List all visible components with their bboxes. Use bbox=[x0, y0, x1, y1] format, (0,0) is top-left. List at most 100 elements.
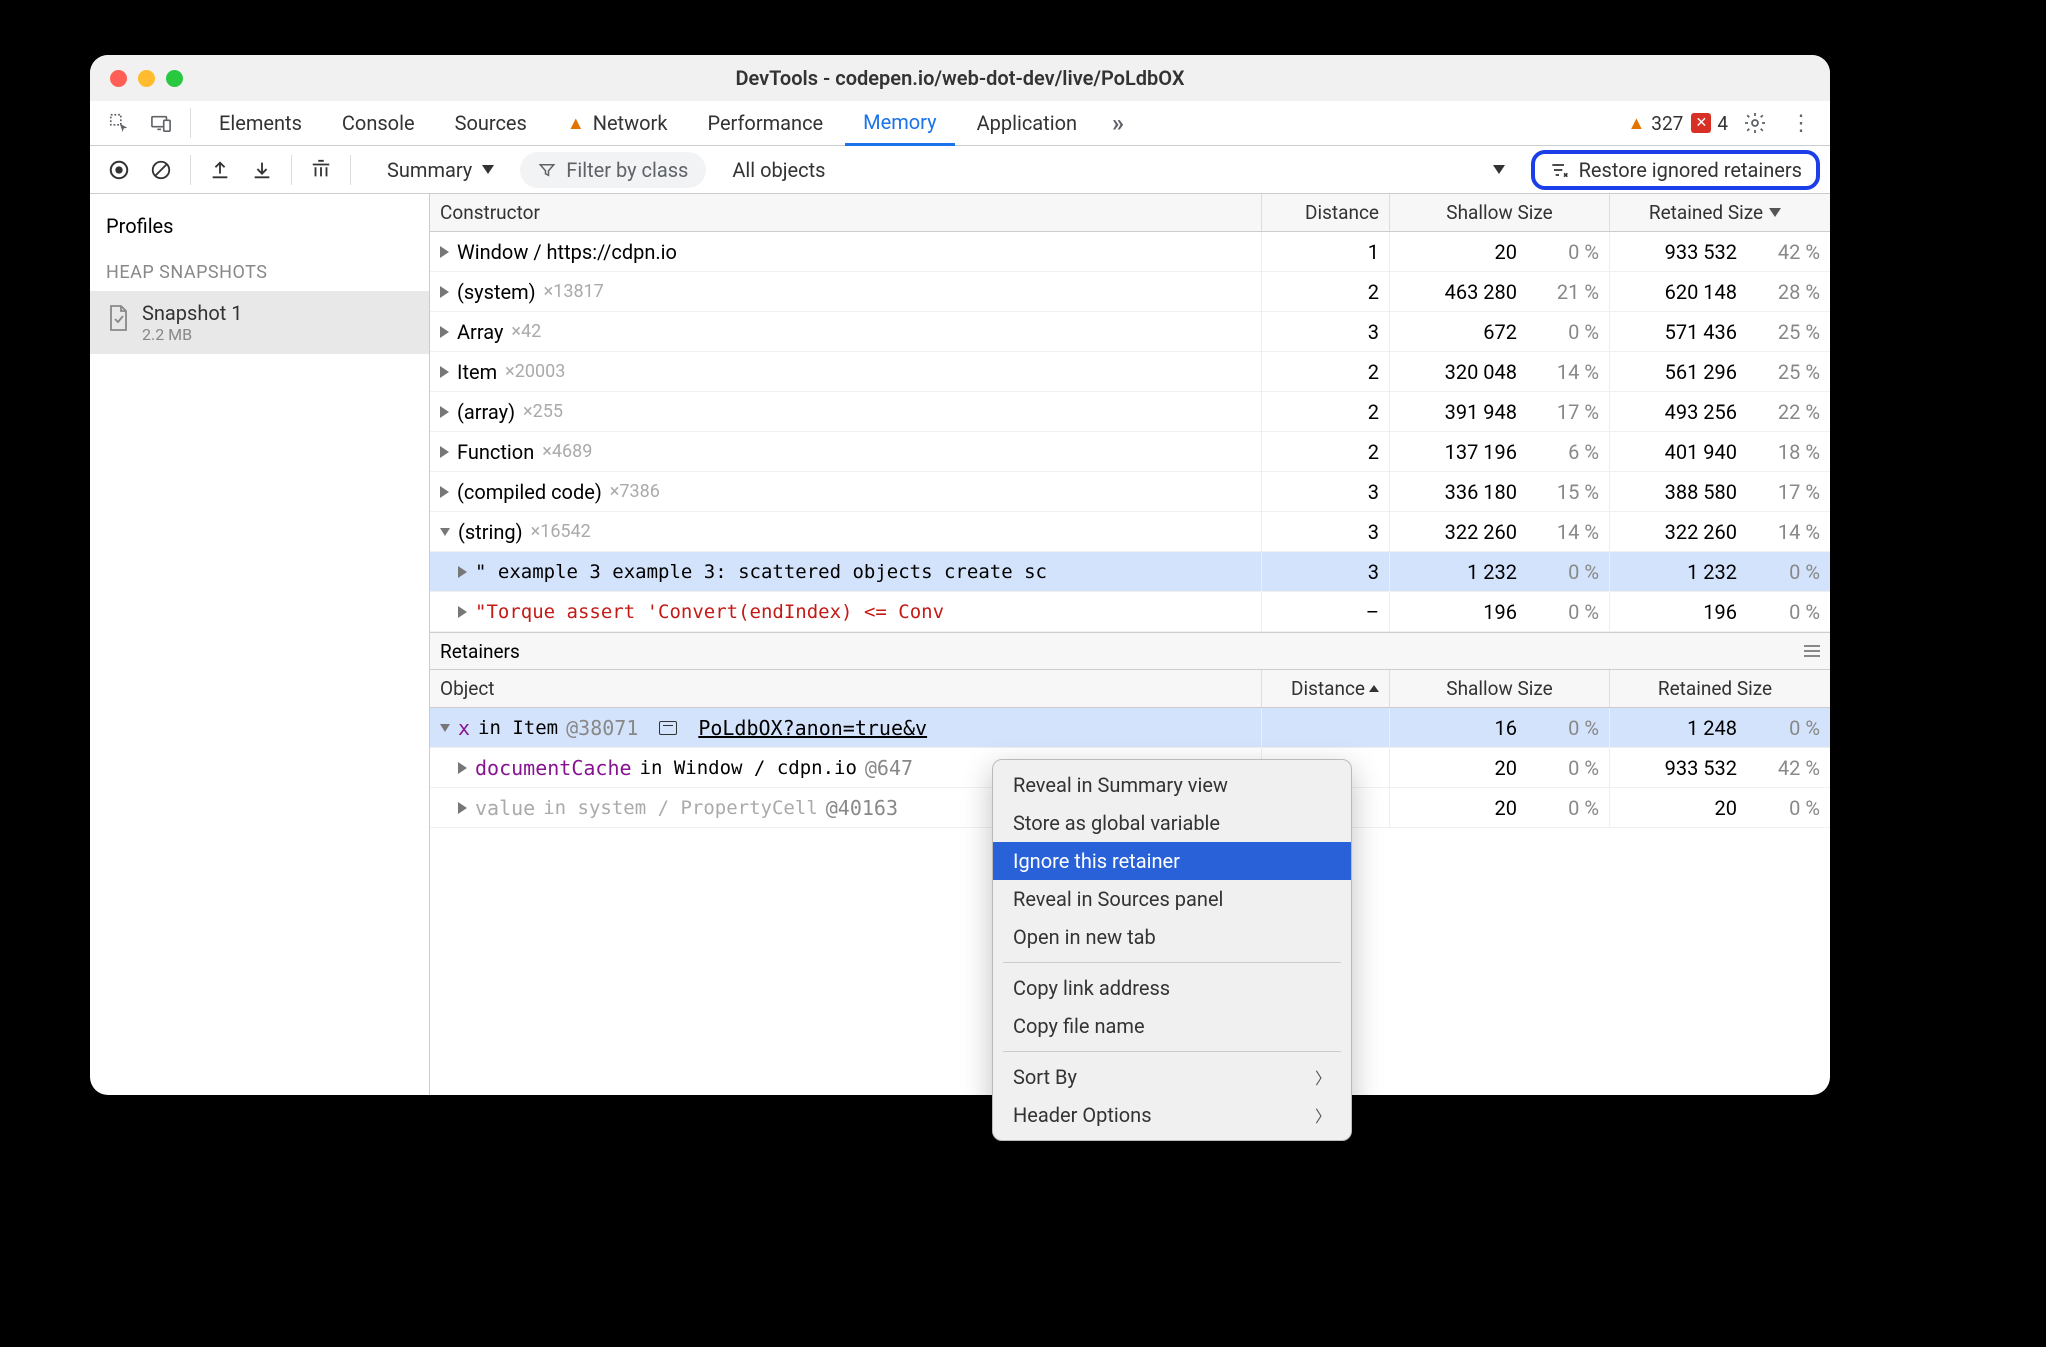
objects-filter-dropdown[interactable]: All objects bbox=[720, 152, 1516, 188]
chevron-down-icon bbox=[440, 528, 450, 536]
cell-distance: 3 bbox=[1262, 312, 1390, 351]
menu-item[interactable]: Store as global variable bbox=[993, 804, 1351, 842]
download-icon[interactable] bbox=[243, 152, 281, 188]
warnings-count[interactable]: ▲327 bbox=[1627, 112, 1683, 135]
table-row[interactable]: Array ×4236720 %571 43625 % bbox=[430, 312, 1830, 352]
tab-network[interactable]: ▲Network bbox=[549, 101, 686, 146]
col-object[interactable]: Object bbox=[430, 670, 1262, 707]
cell-shallow-pct: 0 % bbox=[1525, 708, 1610, 747]
menu-item[interactable]: Sort By〉 bbox=[993, 1058, 1351, 1096]
more-tabs-icon[interactable]: » bbox=[1099, 105, 1137, 141]
retainer-path: in Item bbox=[478, 717, 558, 739]
cell-shallow: 137 196 bbox=[1390, 432, 1525, 471]
tab-performance[interactable]: Performance bbox=[689, 101, 841, 146]
menu-item[interactable]: Header Options〉 bbox=[993, 1096, 1351, 1134]
menu-item[interactable]: Copy file name bbox=[993, 1007, 1351, 1045]
cell-retained: 401 940 bbox=[1610, 432, 1745, 471]
memory-body: Profiles HEAP SNAPSHOTS Snapshot 1 2.2 M… bbox=[90, 194, 1830, 1095]
cell-shallow-pct: 0 % bbox=[1525, 552, 1610, 591]
property-name: documentCache bbox=[475, 756, 632, 780]
retainer-path: in Window / cdpn.io bbox=[640, 757, 857, 779]
constructor-name: (system) bbox=[457, 280, 536, 304]
cell-shallow-pct: 0 % bbox=[1525, 788, 1610, 827]
table-row[interactable]: " example 3 example 3: scattered objects… bbox=[430, 552, 1830, 592]
instance-count: ×42 bbox=[511, 321, 541, 342]
tab-elements[interactable]: Elements bbox=[201, 101, 320, 146]
sort-asc-icon bbox=[1369, 685, 1379, 692]
cell-distance bbox=[1262, 708, 1390, 747]
instance-count: ×7386 bbox=[610, 481, 660, 502]
table-row[interactable]: (system) ×138172463 28021 %620 14828 % bbox=[430, 272, 1830, 312]
menu-separator bbox=[1003, 962, 1341, 963]
gear-icon[interactable] bbox=[1736, 105, 1774, 141]
restore-retainers-button[interactable]: Restore ignored retainers bbox=[1531, 150, 1820, 190]
sort-desc-icon bbox=[1769, 208, 1781, 217]
tab-application[interactable]: Application bbox=[959, 101, 1095, 146]
col-distance-r[interactable]: Distance bbox=[1262, 670, 1390, 707]
cell-distance: 2 bbox=[1262, 392, 1390, 431]
col-shallow-r[interactable]: Shallow Size bbox=[1390, 670, 1610, 707]
cell-shallow-pct: 21 % bbox=[1525, 272, 1610, 311]
tab-sources[interactable]: Sources bbox=[437, 101, 545, 146]
table-row[interactable]: "Torque assert 'Convert(endIndex) <= Con… bbox=[430, 592, 1830, 632]
retainers-menu-icon[interactable] bbox=[1804, 645, 1820, 657]
cell-retained: 1 248 bbox=[1610, 708, 1745, 747]
menu-item[interactable]: Copy link address bbox=[993, 969, 1351, 1007]
col-retained[interactable]: Retained Size bbox=[1610, 194, 1830, 231]
constructor-name: (array) bbox=[457, 400, 515, 424]
col-constructor[interactable]: Constructor bbox=[430, 194, 1262, 231]
retainers-bar[interactable]: Retainers bbox=[430, 632, 1830, 670]
retainer-row[interactable]: x in Item @38071 PoLdbOX?anon=true&v160 … bbox=[430, 708, 1830, 748]
chevron-right-icon bbox=[440, 486, 449, 498]
cell-retained-pct: 25 % bbox=[1745, 352, 1830, 391]
cell-retained: 388 580 bbox=[1610, 472, 1745, 511]
view-mode-dropdown[interactable]: Summary bbox=[375, 152, 506, 188]
cell-retained-pct: 25 % bbox=[1745, 312, 1830, 351]
snapshot-item[interactable]: Snapshot 1 2.2 MB bbox=[90, 291, 429, 354]
cell-distance: – bbox=[1262, 592, 1390, 631]
menu-item[interactable]: Reveal in Sources panel bbox=[993, 880, 1351, 918]
cell-retained: 933 532 bbox=[1610, 748, 1745, 787]
retainers-header: Object Distance Shallow Size Retained Si… bbox=[430, 670, 1830, 708]
menu-label: Copy file name bbox=[1013, 1014, 1145, 1038]
cell-distance: 1 bbox=[1262, 232, 1390, 271]
object-id: @38071 bbox=[566, 716, 638, 740]
menu-label: Reveal in Summary view bbox=[1013, 773, 1228, 797]
source-link[interactable]: PoLdbOX?anon=true&v bbox=[698, 716, 927, 740]
table-row[interactable]: (string) ×165423322 26014 %322 26014 % bbox=[430, 512, 1830, 552]
table-row[interactable]: (array) ×2552391 94817 %493 25622 % bbox=[430, 392, 1830, 432]
cell-retained: 620 148 bbox=[1610, 272, 1745, 311]
table-row[interactable]: Item ×200032320 04814 %561 29625 % bbox=[430, 352, 1830, 392]
col-shallow[interactable]: Shallow Size bbox=[1390, 194, 1610, 231]
device-toolbar-icon[interactable] bbox=[142, 105, 180, 141]
errors-count[interactable]: ✕4 bbox=[1691, 112, 1728, 135]
table-row[interactable]: (compiled code) ×73863336 18015 %388 580… bbox=[430, 472, 1830, 512]
record-icon[interactable] bbox=[100, 152, 138, 188]
menu-item[interactable]: Ignore this retainer bbox=[993, 842, 1351, 880]
menu-item[interactable]: Open in new tab bbox=[993, 918, 1351, 956]
chevron-right-icon bbox=[440, 446, 449, 458]
table-row[interactable]: Function ×46892137 1966 %401 94018 % bbox=[430, 432, 1830, 472]
col-distance[interactable]: Distance bbox=[1262, 194, 1390, 231]
class-filter-input[interactable]: Filter by class bbox=[520, 152, 706, 188]
tab-memory[interactable]: Memory bbox=[845, 101, 954, 146]
filter-icon bbox=[538, 161, 556, 179]
cell-shallow: 196 bbox=[1390, 592, 1525, 631]
menu-item[interactable]: Reveal in Summary view bbox=[993, 766, 1351, 804]
upload-icon[interactable] bbox=[201, 152, 239, 188]
clear-icon[interactable] bbox=[142, 152, 180, 188]
cell-shallow: 20 bbox=[1390, 748, 1525, 787]
instance-count: ×20003 bbox=[505, 361, 565, 382]
cell-retained: 20 bbox=[1610, 788, 1745, 827]
tab-console[interactable]: Console bbox=[324, 101, 433, 146]
cell-shallow: 16 bbox=[1390, 708, 1525, 747]
collect-garbage-icon[interactable] bbox=[302, 152, 340, 188]
cell-retained-pct: 28 % bbox=[1745, 272, 1830, 311]
table-row[interactable]: Window / https://cdpn.io 1200 %933 53242… bbox=[430, 232, 1830, 272]
kebab-menu-icon[interactable]: ⋮ bbox=[1782, 105, 1820, 141]
cell-retained: 1 232 bbox=[1610, 552, 1745, 591]
cell-retained-pct: 0 % bbox=[1745, 592, 1830, 631]
cell-retained: 561 296 bbox=[1610, 352, 1745, 391]
col-retained-r[interactable]: Retained Size bbox=[1610, 670, 1830, 707]
inspect-element-icon[interactable] bbox=[100, 105, 138, 141]
